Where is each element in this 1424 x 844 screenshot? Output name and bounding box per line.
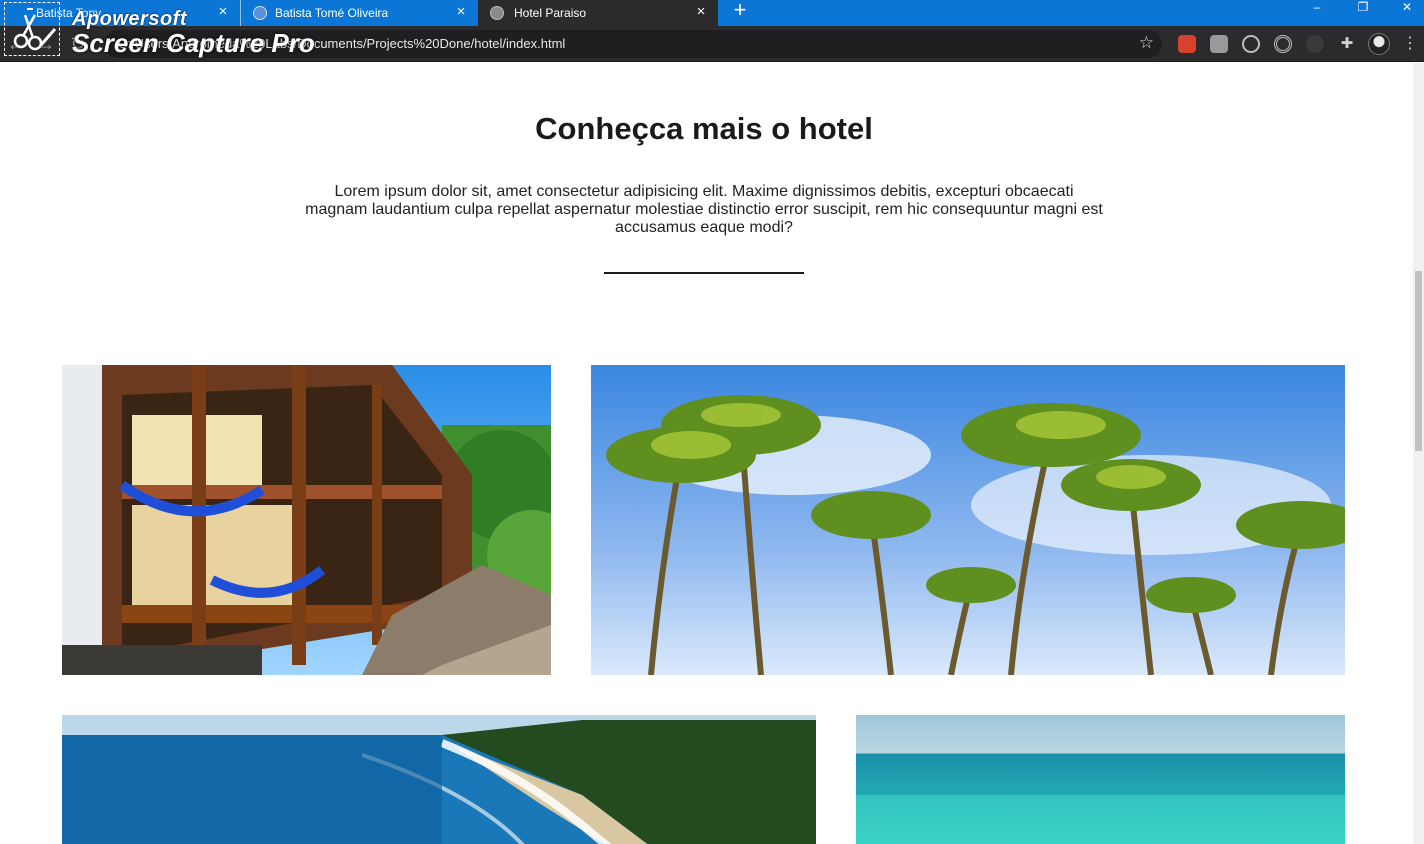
url-text[interactable]: C:/Users/Andromeda%20Labs/Documents/Proj… [118, 36, 565, 51]
scrollbar-thumb[interactable] [1415, 271, 1422, 451]
globe-favicon-icon [490, 6, 504, 20]
bookmark-star-icon[interactable]: ☆ [1139, 33, 1154, 53]
close-window-button[interactable]: ✕ [1392, 0, 1422, 16]
restore-button[interactable]: ❐ [1348, 0, 1378, 16]
tab-title: Hotel Paraiso [514, 6, 587, 20]
profile-avatar[interactable] [1368, 33, 1390, 55]
aerial-beach-photo [62, 715, 816, 844]
browser-toolbar: ← → ↻ C:/Users/Andromeda%20Labs/Document… [0, 26, 1424, 62]
hotel-balcony-photo [62, 365, 551, 675]
tab-title: Batista Tony [36, 6, 102, 20]
tab-batista-tony[interactable]: Batista Tony × [0, 0, 240, 26]
target-extension-icon[interactable] [1274, 35, 1292, 53]
tab-close-icon[interactable]: × [452, 3, 470, 21]
tab-hotel-paraiso[interactable]: Hotel Paraiso × [478, 0, 718, 26]
section-title: Conheçca mais o hotel [535, 111, 873, 146]
page-content: Conheçca mais o hotel Lorem ipsum dolor … [0, 63, 1413, 844]
tab-batista-tome-oliveira[interactable]: Batista Tomé Oliveira × [240, 0, 478, 26]
react-devtools-icon[interactable] [1242, 35, 1260, 53]
camera-extension-icon[interactable] [1210, 35, 1228, 53]
reload-icon[interactable]: ↻ [66, 32, 90, 56]
palm-trees-photo [591, 365, 1345, 675]
section-description: Lorem ipsum dolor sit, amet consectetur … [305, 183, 1103, 236]
title-divider [604, 272, 804, 274]
menu-dots-icon[interactable]: ⋮ [1402, 34, 1418, 54]
tab-title: Batista Tomé Oliveira [275, 6, 389, 20]
new-tab-button[interactable]: + [728, 0, 752, 24]
dark-extension-icon[interactable] [1306, 35, 1324, 53]
turquoise-sea-photo [856, 715, 1345, 844]
forward-arrow-icon[interactable]: → [34, 32, 58, 56]
back-arrow-icon[interactable]: ← [4, 32, 28, 56]
extension-red-icon[interactable] [1178, 35, 1196, 53]
tab-close-icon[interactable]: × [692, 3, 710, 21]
globe-favicon-icon [253, 6, 267, 20]
tab-strip: Batista Tony × Batista Tomé Oliveira × H… [0, 0, 1424, 26]
page-scrollbar[interactable] [1413, 63, 1424, 844]
tab-close-icon[interactable]: × [214, 3, 232, 21]
minimize-button[interactable]: – [1302, 0, 1332, 16]
extensions-puzzle-icon[interactable]: ✚ [1338, 35, 1356, 53]
address-bar[interactable]: C:/Users/Andromeda%20Labs/Documents/Proj… [104, 30, 1162, 58]
